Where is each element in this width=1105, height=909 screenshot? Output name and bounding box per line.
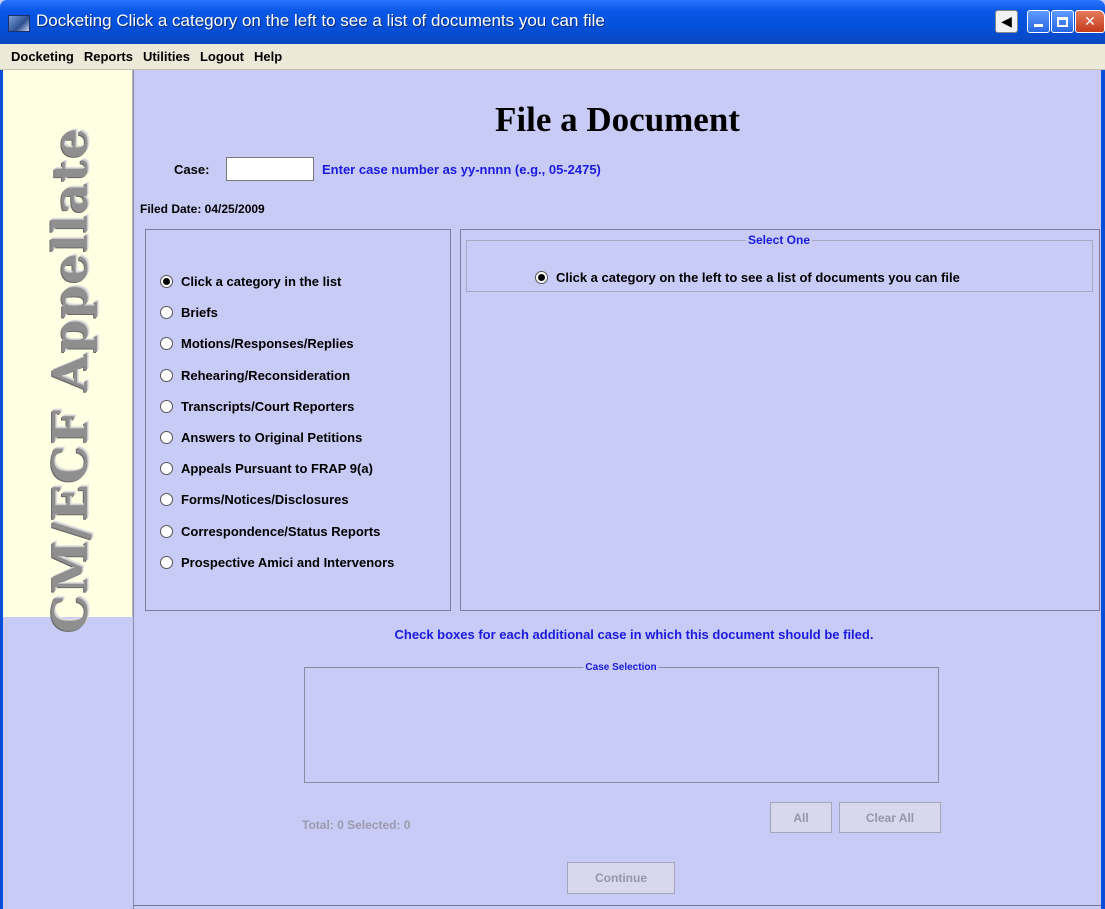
category-option[interactable]: Transcripts/Court Reporters (160, 399, 354, 414)
category-label: Click a category in the list (181, 274, 342, 289)
menu-docketing[interactable]: Docketing (6, 49, 79, 64)
close-button[interactable]: ✕ (1075, 10, 1105, 33)
menu-reports[interactable]: Reports (79, 49, 138, 64)
category-option[interactable]: Click a category in the list (160, 274, 341, 289)
radio-unselected-icon[interactable] (160, 400, 173, 413)
radio-unselected-icon[interactable] (160, 431, 173, 444)
case-selection-legend: Case Selection (583, 662, 659, 673)
document-option-label: Click a category on the left to see a li… (556, 270, 960, 285)
banner-logo-text: CM/ECF Appellate (43, 127, 99, 633)
window-right-border (1101, 70, 1105, 909)
category-option[interactable]: Prospective Amici and Intervenors (160, 555, 394, 570)
minimize-icon (1034, 24, 1043, 27)
category-label: Appeals Pursuant to FRAP 9(a) (181, 461, 373, 476)
case-selection-hint: Check boxes for each additional case in … (394, 627, 874, 642)
radio-unselected-icon[interactable] (160, 525, 173, 538)
category-label: Prospective Amici and Intervenors (181, 555, 395, 570)
case-number-input[interactable] (226, 157, 314, 181)
menu-logout[interactable]: Logout (195, 49, 249, 64)
category-option[interactable]: Answers to Original Petitions (160, 430, 362, 445)
content-divider (133, 70, 134, 909)
maximize-icon (1057, 16, 1068, 27)
maximize-button[interactable] (1051, 10, 1074, 33)
minimize-button[interactable] (1027, 10, 1050, 33)
radio-unselected-icon[interactable] (160, 369, 173, 382)
filed-date: Filed Date: 04/25/2009 (140, 202, 265, 216)
category-option[interactable]: Appeals Pursuant to FRAP 9(a) (160, 461, 373, 476)
category-label: Rehearing/Reconsideration (181, 368, 351, 383)
menu-bar: Docketing Reports Utilities Logout Help (0, 44, 1105, 70)
menu-utilities[interactable]: Utilities (138, 49, 195, 64)
window-title: Docketing Click a category on the left t… (36, 11, 605, 30)
radio-unselected-icon[interactable] (160, 462, 173, 475)
radio-unselected-icon[interactable] (160, 556, 173, 569)
radio-unselected-icon[interactable] (160, 493, 173, 506)
category-label: Briefs (181, 305, 218, 320)
select-all-button[interactable]: All (770, 802, 832, 833)
category-label: Correspondence/Status Reports (181, 524, 381, 539)
case-number-hint: Enter case number as yy-nnnn (e.g., 05-2… (322, 162, 601, 177)
back-arrow-icon[interactable]: ◀ (995, 10, 1018, 33)
continue-button[interactable]: Continue (567, 862, 675, 894)
case-label: Case: (174, 162, 210, 177)
page-title: File a Document (495, 100, 740, 139)
category-label: Transcripts/Court Reporters (181, 399, 355, 414)
category-label: Motions/Responses/Replies (181, 336, 354, 351)
radio-selected-icon[interactable] (160, 275, 173, 288)
category-option[interactable]: Correspondence/Status Reports (160, 524, 380, 539)
select-one-legend: Select One (745, 233, 813, 247)
category-option[interactable]: Rehearing/Reconsideration (160, 368, 350, 383)
case-selection-list[interactable] (304, 667, 939, 783)
app-icon (8, 15, 30, 32)
category-option[interactable]: Forms/Notices/Disclosures (160, 492, 349, 507)
selection-totals: Total: 0 Selected: 0 (302, 818, 411, 832)
category-label: Forms/Notices/Disclosures (181, 492, 349, 507)
category-option[interactable]: Motions/Responses/Replies (160, 336, 354, 351)
radio-unselected-icon[interactable] (160, 337, 173, 350)
app-banner: CM/ECF Appellate (3, 70, 133, 633)
bottom-border (133, 905, 1101, 906)
radio-selected-icon[interactable] (535, 271, 548, 284)
clear-all-button[interactable]: Clear All (839, 802, 941, 833)
menu-help[interactable]: Help (249, 49, 287, 64)
title-bar: Docketing Click a category on the left t… (0, 0, 1105, 44)
category-label: Answers to Original Petitions (181, 430, 363, 445)
category-option[interactable]: Briefs (160, 305, 218, 320)
document-option[interactable]: Click a category on the left to see a li… (535, 270, 960, 285)
radio-unselected-icon[interactable] (160, 306, 173, 319)
